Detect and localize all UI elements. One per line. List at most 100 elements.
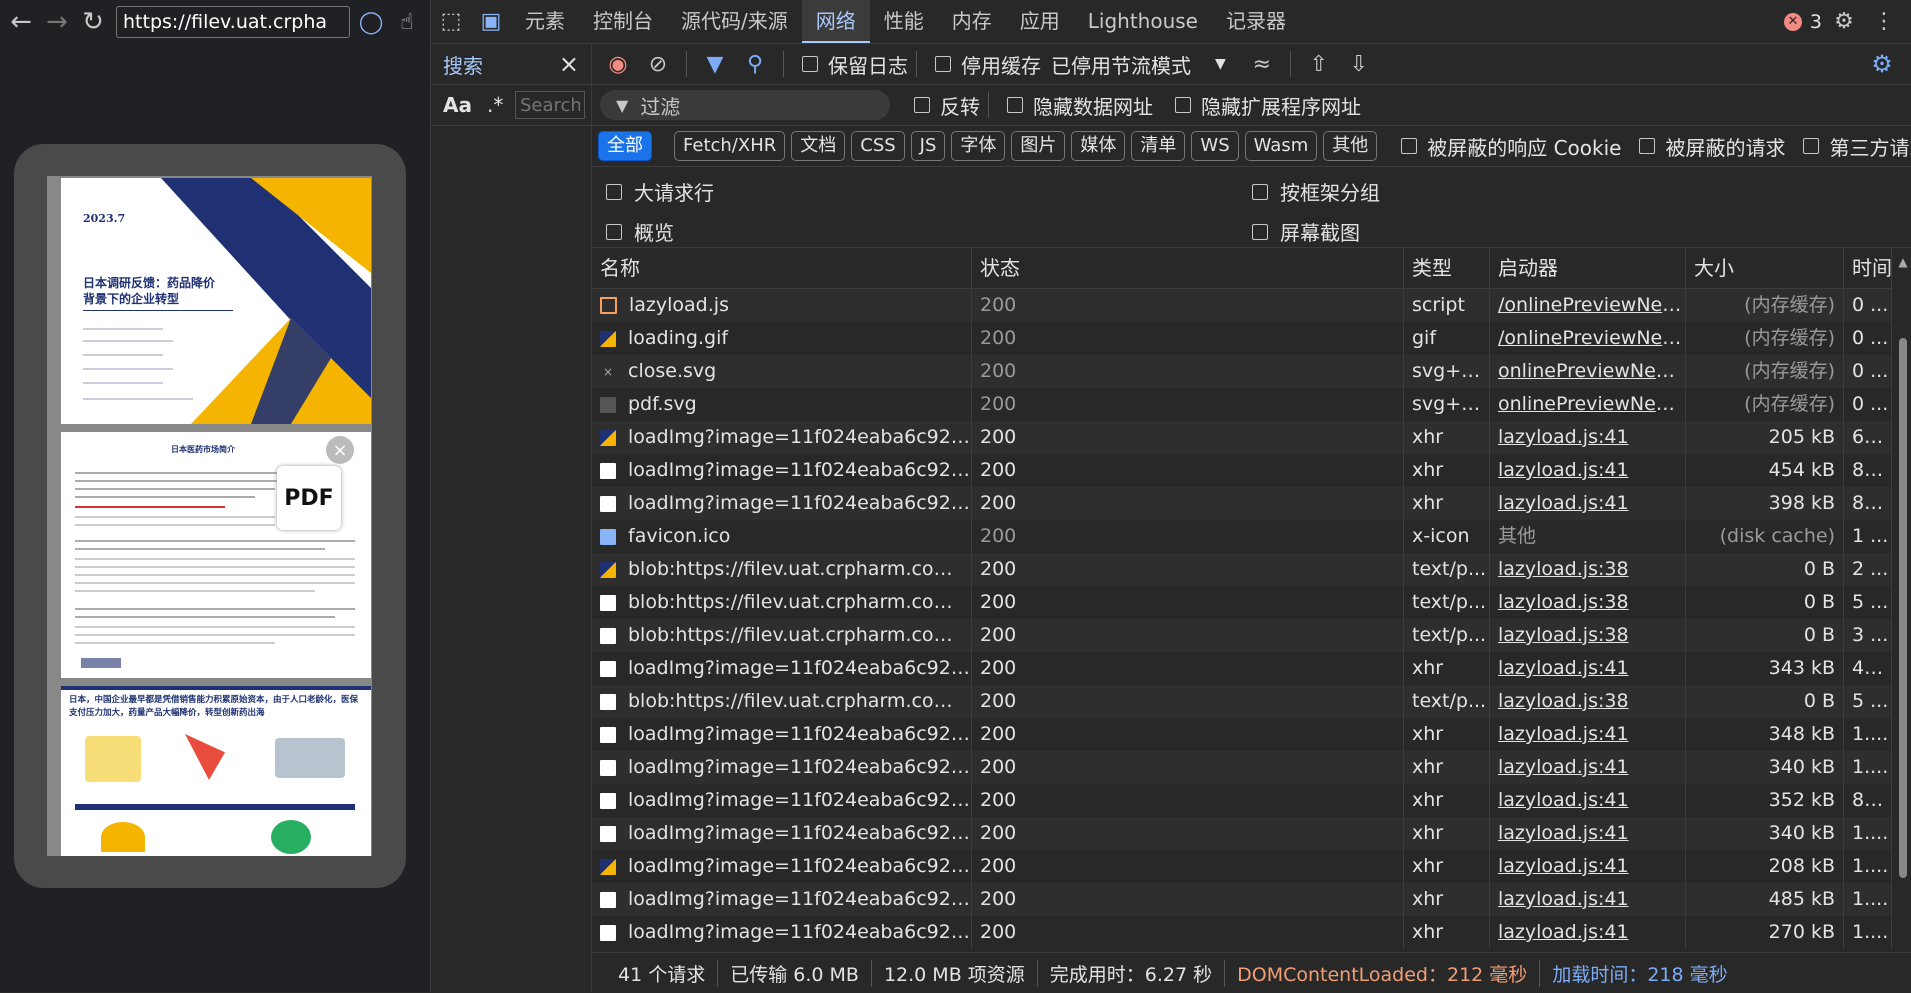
tab-console[interactable]: 控制台	[579, 0, 667, 43]
chip-font[interactable]: 字体	[951, 131, 1006, 161]
chip-doc[interactable]: 文档	[791, 131, 846, 161]
cell-initiator[interactable]: /onlinePreviewNew?c	[1490, 322, 1686, 355]
close-search-icon[interactable]: ×	[559, 50, 579, 78]
table-row[interactable]: loadImg?image=11f024eaba6c9201... 200 xhr l…	[592, 421, 1892, 454]
hide-data-urls-checkbox[interactable]: 隐藏数据网址	[1007, 91, 1153, 120]
table-row[interactable]: loadImg?image=11f024eaba6c9201... 200 xhr l…	[592, 916, 1892, 949]
disable-cache-checkbox[interactable]: 停用缓存	[935, 50, 1041, 79]
cell-initiator[interactable]: lazyload.js:41	[1490, 916, 1686, 949]
cell-initiator[interactable]: lazyload.js:41	[1490, 421, 1686, 454]
preserve-log-checkbox[interactable]: 保留日志	[802, 50, 908, 79]
table-row[interactable]: × close.svg 200 svg+x... onlinePreviewNew?c (…	[592, 355, 1892, 388]
pdf-preview[interactable]: 2023.7 日本调研反馈：药品降价 背景下的企业转型 日本医药市场简介 × P…	[47, 176, 372, 856]
cell-initiator[interactable]: lazyload.js:41	[1490, 883, 1686, 916]
cell-initiator[interactable]: 其他	[1490, 520, 1686, 553]
network-conditions-icon[interactable]: ≈	[1242, 44, 1282, 84]
table-row[interactable]: loadImg?image=11f024eaba6c9201... 200 xhr l…	[592, 652, 1892, 685]
chip-manifest[interactable]: 清单	[1131, 131, 1186, 161]
cell-initiator[interactable]: lazyload.js:41	[1490, 850, 1686, 883]
import-har-icon[interactable]: ⇧	[1299, 44, 1339, 84]
table-row[interactable]: blob:https://filev.uat.crpharm.com/9... 2…	[592, 586, 1892, 619]
tab-sources[interactable]: 源代码/来源	[667, 0, 802, 43]
table-row[interactable]: loadImg?image=11f024eaba6c9201... 200 xhr l…	[592, 883, 1892, 916]
table-scrollbar[interactable]: ▲ ▼	[1896, 248, 1910, 993]
col-type[interactable]: 类型	[1404, 248, 1490, 288]
inspect-element-icon[interactable]: ⬚	[431, 0, 471, 43]
search-input[interactable]	[515, 91, 585, 119]
cell-initiator[interactable]: lazyload.js:41	[1490, 817, 1686, 850]
cell-initiator[interactable]: lazyload.js:41	[1490, 784, 1686, 817]
chip-all[interactable]: 全部	[598, 131, 652, 161]
col-time[interactable]: 时间	[1844, 248, 1892, 288]
table-row[interactable]: blob:https://filev.uat.crpharm.com/8... 2…	[592, 685, 1892, 718]
table-row[interactable]: loadImg?image=11f024eaba6c9201... 200 xhr l…	[592, 487, 1892, 520]
group-by-frame-checkbox[interactable]: 按框架分组	[1252, 177, 1380, 206]
chip-wasm[interactable]: Wasm	[1244, 131, 1318, 161]
cell-initiator[interactable]: lazyload.js:41	[1490, 718, 1686, 751]
device-toolbar-icon[interactable]: ▣	[471, 0, 511, 43]
throttle-select[interactable]: 已停用节流模式 ▼	[1051, 50, 1226, 79]
settings-gear-icon[interactable]: ⚙	[1824, 0, 1864, 43]
table-row[interactable]: loadImg?image=11f024eaba6c9201... 200 xhr l…	[592, 784, 1892, 817]
cell-initiator[interactable]: lazyload.js:41	[1490, 652, 1686, 685]
table-row[interactable]: loading.gif 200 gif/onlinePreviewNew?c (内存缓…	[592, 322, 1892, 355]
chip-media[interactable]: 媒体	[1071, 131, 1126, 161]
invert-checkbox[interactable]: 反转	[914, 91, 980, 120]
error-counter[interactable]: ✕ 3	[1783, 0, 1822, 43]
cell-initiator[interactable]: lazyload.js:38	[1490, 619, 1686, 652]
scroll-up-icon[interactable]: ▲	[1896, 254, 1910, 270]
overview-checkbox[interactable]: 概览	[606, 217, 674, 246]
network-settings-gear-icon[interactable]: ⚙	[1862, 44, 1902, 84]
col-size[interactable]: 大小	[1686, 248, 1844, 288]
reload-icon[interactable]: ↻	[78, 7, 108, 37]
col-initiator[interactable]: 启动器	[1490, 248, 1686, 288]
cell-initiator[interactable]: lazyload.js:38	[1490, 553, 1686, 586]
cell-initiator[interactable]: lazyload.js:41	[1490, 487, 1686, 520]
table-row[interactable]: lazyload.js 200 script/onlinePreviewNew?c (…	[592, 289, 1892, 322]
table-row[interactable]: blob:https://filev.uat.crpharm.com/... 20…	[592, 553, 1892, 586]
search-icon[interactable]: ⚲	[735, 44, 775, 84]
chip-ws[interactable]: WS	[1191, 131, 1239, 161]
export-har-icon[interactable]: ⇩	[1339, 44, 1379, 84]
chip-fetch-xhr[interactable]: Fetch/XHR	[674, 131, 786, 161]
table-row[interactable]: loadImg?image=11f024eaba6c9201... 200 xhr l…	[592, 718, 1892, 751]
filter-input[interactable]: ▼ 过滤	[600, 90, 890, 120]
cell-initiator[interactable]: onlinePreviewNew?c	[1490, 355, 1686, 388]
filter-funnel-icon[interactable]: ▼	[695, 44, 735, 84]
table-row[interactable]: loadImg?image=11f024eaba6c9201... 200 xhr l…	[592, 454, 1892, 487]
table-row[interactable]: blob:https://filev.uat.crpharm.com/0... 2…	[592, 619, 1892, 652]
chip-js[interactable]: JS	[910, 131, 946, 161]
clear-icon[interactable]: ⊘	[638, 44, 678, 84]
regex-toggle[interactable]: .*	[487, 93, 515, 117]
mouse-icon[interactable]: ◯	[356, 7, 386, 37]
tab-network[interactable]: 网络	[801, 0, 870, 43]
big-rows-checkbox[interactable]: 大请求行	[606, 177, 714, 206]
scrollbar-thumb[interactable]	[1899, 338, 1907, 878]
tab-application[interactable]: 应用	[1006, 0, 1074, 43]
table-row[interactable]: favicon.ico 200 x-icon 其他 (disk cache) 1 ...	[592, 520, 1892, 553]
cell-initiator[interactable]: onlinePreviewNew?c	[1490, 388, 1686, 421]
tab-performance[interactable]: 性能	[870, 0, 938, 43]
cell-initiator[interactable]: lazyload.js:41	[1490, 751, 1686, 784]
chip-css[interactable]: CSS	[851, 131, 905, 161]
back-arrow-icon[interactable]: ←	[6, 7, 36, 37]
forward-arrow-icon[interactable]: →	[42, 7, 72, 37]
more-menu-icon[interactable]: ⋮	[1864, 0, 1904, 43]
table-row[interactable]: loadImg?image=11f024eaba6c9201... 200 xhr l…	[592, 850, 1892, 883]
tab-memory[interactable]: 内存	[938, 0, 1006, 43]
table-row[interactable]: pdf.svg 200 svg+x... onlinePreviewNew?c (内存缓…	[592, 388, 1892, 421]
tab-lighthouse[interactable]: Lighthouse	[1074, 0, 1212, 43]
table-row[interactable]: loadImg?image=11f024eaba6c9201... 200 xhr l…	[592, 751, 1892, 784]
close-icon[interactable]: ×	[326, 436, 354, 464]
url-field[interactable]: https://filev.uat.crpha	[116, 6, 350, 38]
hide-ext-urls-checkbox[interactable]: 隐藏扩展程序网址	[1175, 91, 1361, 120]
blocked-cookies-checkbox[interactable]: 被屏蔽的响应 Cookie	[1401, 132, 1621, 161]
screenshots-checkbox[interactable]: 屏幕截图	[1252, 217, 1360, 246]
match-case-toggle[interactable]: Aa	[443, 93, 487, 117]
table-row[interactable]: loadImg?image=11f024eaba6c9201... 200 xhr l…	[592, 817, 1892, 850]
touch-icon[interactable]: ☝	[392, 7, 422, 37]
chip-img[interactable]: 图片	[1011, 131, 1066, 161]
record-stop-icon[interactable]: ◉	[598, 44, 638, 84]
pdf-download-icon[interactable]: PDF	[277, 466, 341, 530]
cell-initiator[interactable]: lazyload.js:38	[1490, 685, 1686, 718]
